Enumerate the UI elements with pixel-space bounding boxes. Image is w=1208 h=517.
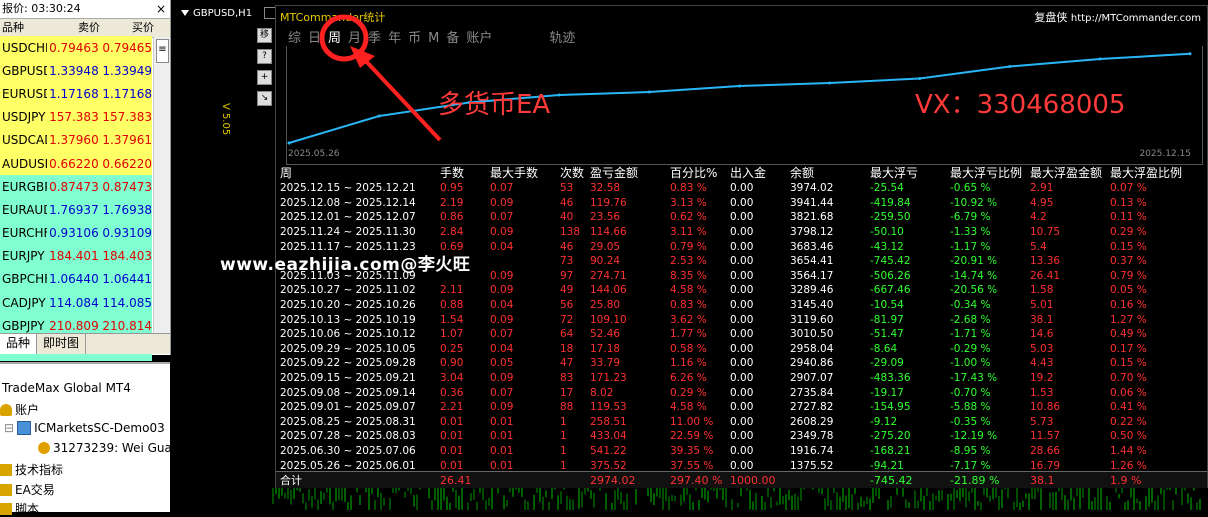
annotation-ea-text: 多货币EA <box>438 90 551 120</box>
watermark-text: www.eazhijia.com@李火旺 <box>220 255 471 275</box>
annotation-vx-text: VX：330468005 <box>915 90 1126 120</box>
annotation-arrow-line <box>361 56 442 142</box>
annotation-layer <box>319 14 442 142</box>
